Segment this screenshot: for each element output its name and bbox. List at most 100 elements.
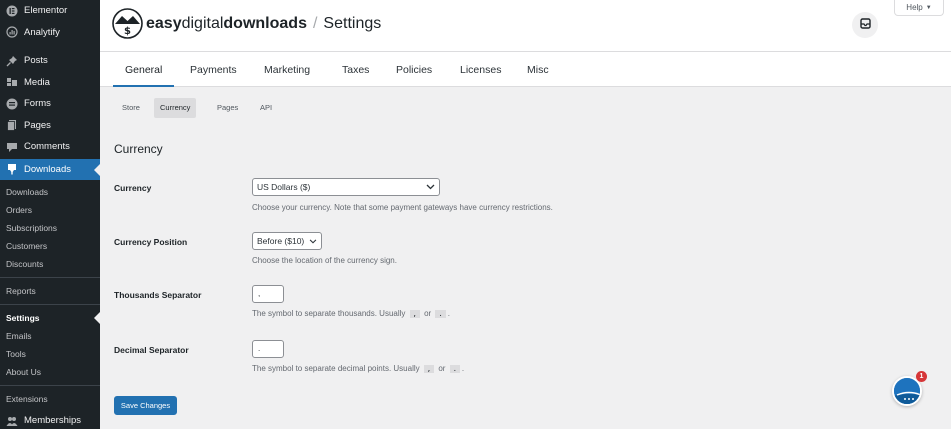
submenu-separator bbox=[0, 385, 100, 386]
submenu-separator bbox=[0, 277, 100, 278]
brand-digital: digital bbox=[181, 15, 224, 32]
submenu-emails[interactable]: Emails bbox=[0, 327, 100, 345]
brand-downloads: downloads bbox=[223, 15, 307, 32]
edd-logo: $ bbox=[112, 8, 143, 39]
description-text: The symbol to separate thousands. Usuall… bbox=[252, 309, 406, 318]
subtab-currency[interactable]: Currency bbox=[154, 98, 197, 118]
menu-label: Comments bbox=[24, 141, 70, 153]
caret-down-icon: ▼ bbox=[925, 4, 932, 11]
page-header: $ easydigitaldownloads / Settings Help ▼ bbox=[100, 0, 951, 52]
subtab-pages[interactable]: Pages bbox=[211, 98, 244, 118]
menu-analytify[interactable]: Analytify bbox=[0, 22, 100, 44]
code-period: . bbox=[449, 365, 460, 373]
inbox-icon bbox=[859, 16, 871, 34]
submenu-discounts[interactable]: Discounts bbox=[0, 255, 100, 273]
description-or: or bbox=[438, 364, 446, 373]
menu-label: Media bbox=[24, 76, 50, 88]
brand-title: easydigitaldownloads / Settings bbox=[146, 15, 381, 33]
currency-position-label: Currency Position bbox=[114, 237, 188, 247]
thousands-separator-input[interactable]: , bbox=[252, 285, 284, 303]
media-icon bbox=[5, 76, 18, 89]
description-end: . bbox=[447, 309, 450, 318]
menu-label: Posts bbox=[24, 55, 48, 67]
download-icon bbox=[5, 163, 18, 176]
settings-tabs: General Payments Marketing Taxes Policie… bbox=[100, 52, 951, 87]
decimal-separator-description: The symbol to separate decimal points. U… bbox=[252, 364, 464, 373]
downloads-submenu: Downloads Orders Subscriptions Customers… bbox=[0, 180, 100, 408]
section-title: Currency bbox=[114, 142, 163, 156]
svg-text:$: $ bbox=[124, 26, 131, 37]
description-or: or bbox=[424, 309, 432, 318]
menu-pages[interactable]: Pages bbox=[0, 115, 100, 137]
menu-label: Memberships bbox=[24, 415, 82, 427]
menu-downloads[interactable]: Downloads bbox=[0, 158, 100, 180]
memberships-icon bbox=[5, 414, 18, 427]
code-comma: , bbox=[423, 365, 435, 373]
brand-easy: easy bbox=[146, 15, 182, 32]
admin-sidebar: Elementor Analytify Posts Media Forms Pa… bbox=[0, 0, 100, 429]
menu-posts[interactable]: Posts bbox=[0, 50, 100, 72]
page-title: Settings bbox=[323, 15, 382, 32]
save-changes-button[interactable]: Save Changes bbox=[114, 396, 177, 415]
currency-position-description: Choose the location of the currency sign… bbox=[252, 256, 397, 265]
inbox-button[interactable] bbox=[852, 12, 878, 38]
tab-policies[interactable]: Policies bbox=[396, 52, 432, 87]
menu-label: Forms bbox=[24, 98, 51, 110]
help-label: Help bbox=[906, 3, 923, 12]
currency-description: Choose your currency. Note that some pay… bbox=[252, 203, 553, 212]
menu-label: Elementor bbox=[24, 5, 68, 17]
submenu-extensions[interactable]: Extensions bbox=[0, 390, 100, 408]
description-text: The symbol to separate decimal points. U… bbox=[252, 364, 420, 373]
thousands-separator-label: Thousands Separator bbox=[114, 290, 202, 300]
submenu-reports[interactable]: Reports bbox=[0, 282, 100, 300]
comment-icon bbox=[5, 140, 18, 153]
tab-misc[interactable]: Misc bbox=[527, 52, 549, 87]
currency-position-select[interactable]: Before ($10) bbox=[252, 232, 322, 250]
thousands-separator-description: The symbol to separate thousands. Usuall… bbox=[252, 309, 450, 318]
submenu-tools[interactable]: Tools bbox=[0, 345, 100, 363]
menu-separator bbox=[0, 46, 100, 47]
subtab-api[interactable]: API bbox=[254, 98, 278, 118]
menu-label: Analytify bbox=[24, 26, 60, 38]
pin-icon bbox=[5, 54, 18, 67]
subtab-store[interactable]: Store bbox=[116, 98, 146, 118]
submenu-about-us[interactable]: About Us bbox=[0, 363, 100, 381]
notification-badge: 1 bbox=[916, 371, 927, 382]
menu-label: Downloads bbox=[24, 163, 71, 175]
code-period: . bbox=[435, 310, 446, 318]
tab-taxes[interactable]: Taxes bbox=[342, 52, 369, 87]
chat-bubble-icon bbox=[894, 378, 920, 404]
submenu-separator bbox=[0, 304, 100, 305]
currency-position-value: Before ($10) bbox=[257, 236, 305, 246]
menu-memberships[interactable]: Memberships bbox=[0, 410, 100, 429]
submenu-settings[interactable]: Settings bbox=[0, 309, 100, 327]
chevron-down-icon bbox=[309, 236, 317, 246]
code-comma: , bbox=[409, 310, 420, 318]
menu-elementor[interactable]: Elementor bbox=[0, 0, 100, 22]
submenu-customers[interactable]: Customers bbox=[0, 237, 100, 255]
tab-payments[interactable]: Payments bbox=[190, 52, 237, 87]
forms-icon bbox=[5, 97, 18, 110]
menu-label: Pages bbox=[24, 119, 51, 131]
submenu-subscriptions[interactable]: Subscriptions bbox=[0, 219, 100, 237]
help-button[interactable]: Help ▼ bbox=[894, 0, 944, 16]
menu-forms[interactable]: Forms bbox=[0, 93, 100, 115]
tab-general[interactable]: General bbox=[112, 52, 175, 87]
decimal-separator-label: Decimal Separator bbox=[114, 345, 189, 355]
tab-licenses[interactable]: Licenses bbox=[460, 52, 501, 87]
currency-label: Currency bbox=[114, 183, 152, 193]
currency-select[interactable]: US Dollars ($) bbox=[252, 178, 440, 196]
pages-icon bbox=[5, 119, 18, 132]
currency-select-value: US Dollars ($) bbox=[257, 182, 311, 192]
description-end: . bbox=[461, 364, 465, 373]
submenu-orders[interactable]: Orders bbox=[0, 201, 100, 219]
elementor-icon bbox=[5, 4, 18, 17]
decimal-separator-input[interactable]: . bbox=[252, 340, 284, 358]
analytify-icon bbox=[5, 26, 18, 39]
chevron-down-icon bbox=[426, 182, 435, 192]
submenu-downloads[interactable]: Downloads bbox=[0, 183, 100, 201]
title-separator: / bbox=[312, 15, 318, 32]
menu-comments[interactable]: Comments bbox=[0, 136, 100, 158]
menu-media[interactable]: Media bbox=[0, 72, 100, 94]
tab-marketing[interactable]: Marketing bbox=[264, 52, 310, 87]
